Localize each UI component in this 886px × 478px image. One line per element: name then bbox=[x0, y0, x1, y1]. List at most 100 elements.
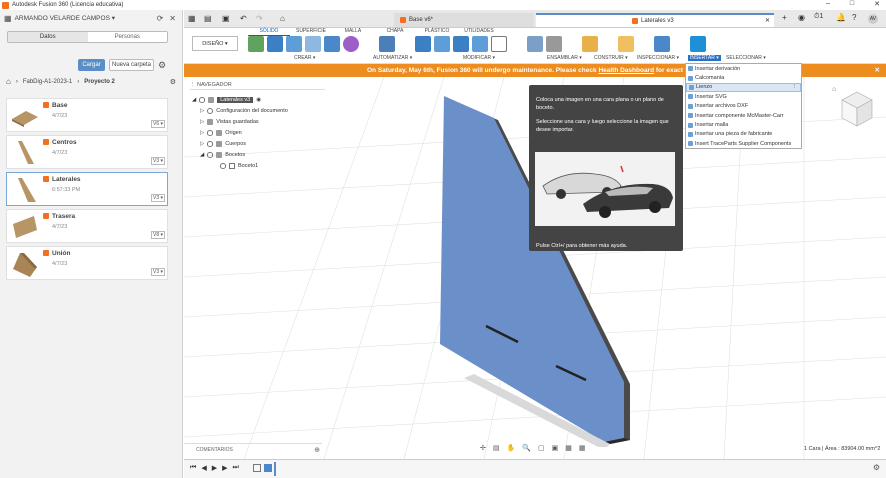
version-badge[interactable]: V8 ▾ bbox=[150, 231, 165, 239]
next-step-icon[interactable]: ▶ bbox=[222, 464, 227, 472]
tab-laterales[interactable]: Laterales v3 ✕ bbox=[536, 13, 774, 27]
tab-chapa[interactable]: CHAPA bbox=[374, 28, 416, 36]
file-item-centros[interactable]: Centros 4/7/23 V3 ▾ bbox=[6, 135, 168, 169]
undo-icon[interactable]: ↶ bbox=[240, 14, 247, 23]
file-item-laterales[interactable]: Laterales 6:57:33 PM V3 ▾ bbox=[6, 172, 168, 206]
upload-button[interactable]: Cargar bbox=[78, 59, 105, 71]
close-tab-icon[interactable]: ✕ bbox=[765, 14, 770, 28]
extensions-icon[interactable]: ◉ bbox=[798, 13, 805, 22]
chamfer-icon[interactable] bbox=[453, 36, 469, 52]
maximize-icon[interactable]: □ bbox=[850, 0, 854, 8]
active-indicator-icon[interactable]: ◉ bbox=[256, 97, 261, 103]
menu-item-manufacturer-part[interactable]: Insertar una pieza de fabricante bbox=[686, 130, 801, 139]
group-automatizar[interactable]: AUTOMATIZAR ▾ bbox=[373, 55, 412, 61]
grid-icon[interactable]: ▦ bbox=[4, 14, 12, 23]
menu-item-mesh[interactable]: Insertar malla bbox=[686, 120, 801, 129]
home-tab-icon[interactable]: ⌂ bbox=[280, 14, 285, 23]
move-icon[interactable] bbox=[491, 36, 507, 52]
tab-utilidades[interactable]: UTILIDADES bbox=[458, 28, 500, 36]
view-cube[interactable] bbox=[840, 90, 874, 128]
fillet-icon[interactable] bbox=[434, 36, 450, 52]
press-pull-icon[interactable] bbox=[415, 36, 431, 52]
tree-item-bodies[interactable]: ▷ Cuerpos bbox=[192, 138, 327, 149]
zoom-icon[interactable]: 🔍 bbox=[522, 444, 531, 452]
menu-item-traceparts[interactable]: Insert TraceParts Supplier Components bbox=[686, 139, 801, 148]
group-insertar[interactable]: INSERTAR ▾ bbox=[688, 55, 721, 61]
more-options-icon[interactable]: ⋮ bbox=[792, 84, 798, 90]
tab-plastico[interactable]: PLÁSTICO bbox=[416, 28, 458, 36]
tree-item-views[interactable]: ▷ Vistas guardadas bbox=[192, 116, 327, 127]
visibility-icon[interactable] bbox=[199, 96, 206, 103]
group-construir[interactable]: CONSTRUIR ▾ bbox=[594, 55, 628, 61]
menu-item-insert-derive[interactable]: Insertar derivación bbox=[686, 64, 801, 73]
menu-item-canvas[interactable]: Lienzo ⋮ bbox=[686, 82, 801, 93]
first-step-icon[interactable]: ⏮ bbox=[190, 464, 196, 472]
refresh-icon[interactable]: ⟳ bbox=[157, 14, 164, 23]
breadcrumb-hub[interactable]: FabDig-A1-2023-1 bbox=[23, 79, 72, 85]
breadcrumb-project[interactable]: Proyecto 2 bbox=[84, 79, 115, 85]
joint-icon[interactable] bbox=[527, 36, 543, 52]
tab-malla[interactable]: MALLA bbox=[332, 28, 374, 36]
user-name[interactable]: ARMANDO VELARDE CAMPOS ▾ bbox=[15, 14, 115, 22]
tab-data[interactable]: Datos bbox=[8, 32, 88, 42]
menu-item-dxf[interactable]: Insertar archivos DXF bbox=[686, 102, 801, 111]
visibility-icon[interactable] bbox=[207, 140, 214, 147]
visibility-icon[interactable] bbox=[220, 162, 226, 169]
tab-people[interactable]: Personas bbox=[87, 32, 167, 42]
fit-icon[interactable]: ▢ bbox=[538, 444, 545, 452]
avatar[interactable]: AV bbox=[868, 14, 878, 24]
new-tab-icon[interactable]: + bbox=[782, 13, 787, 22]
workspace-switcher[interactable]: DISEÑO ▾ bbox=[192, 36, 238, 51]
version-badge[interactable]: V3 ▾ bbox=[150, 268, 165, 276]
measure-icon[interactable] bbox=[618, 36, 634, 52]
new-folder-button[interactable]: Nueva carpeta bbox=[109, 59, 154, 71]
tree-item-sketches[interactable]: ◢ Bocetos bbox=[192, 149, 327, 160]
grid-settings-icon[interactable]: ▦ bbox=[565, 444, 572, 452]
insert-image-icon[interactable] bbox=[654, 36, 670, 52]
home-view-icon[interactable]: ⌂ bbox=[832, 86, 836, 93]
menu-item-decal[interactable]: Calcomanía bbox=[686, 73, 801, 82]
version-badge[interactable]: V3 ▾ bbox=[150, 157, 165, 165]
play-icon[interactable]: ▶ bbox=[212, 464, 217, 472]
tab-superficie[interactable]: SUPERFICIE bbox=[290, 28, 332, 36]
help-icon[interactable]: ? bbox=[852, 13, 856, 22]
close-panel-icon[interactable]: ✕ bbox=[169, 14, 176, 23]
hole-icon[interactable] bbox=[305, 36, 321, 52]
file-menu-icon[interactable]: ▤ bbox=[204, 14, 212, 23]
select-icon[interactable] bbox=[690, 36, 706, 52]
automate-icon[interactable] bbox=[379, 36, 395, 52]
group-modificar[interactable]: MODIFICAR ▾ bbox=[463, 55, 495, 61]
menu-item-mcmaster[interactable]: Insertar componente McMaster-Carr bbox=[686, 111, 801, 120]
orbit-icon[interactable]: ✢ bbox=[480, 444, 486, 452]
extrude-icon[interactable] bbox=[267, 36, 283, 52]
pattern-icon[interactable] bbox=[324, 36, 340, 52]
menu-item-svg[interactable]: Insertar SVG bbox=[686, 92, 801, 101]
extrude-feature-icon[interactable] bbox=[264, 464, 272, 472]
group-inspeccionar[interactable]: INSPECCIONAR ▾ bbox=[637, 55, 679, 61]
file-item-base[interactable]: Base 4/7/23 V6 ▾ bbox=[6, 98, 168, 132]
timeline-marker[interactable] bbox=[274, 462, 276, 476]
expand-icon[interactable]: ◢ bbox=[200, 152, 204, 158]
expand-icon[interactable]: ▷ bbox=[200, 141, 204, 147]
minimize-icon[interactable]: – bbox=[826, 0, 830, 8]
add-comment-icon[interactable]: ⊕ bbox=[314, 446, 320, 454]
timeline-settings-icon[interactable]: ⚙ bbox=[873, 463, 880, 472]
tree-item-sketch1[interactable]: Boceto1 bbox=[192, 160, 327, 171]
tab-base[interactable]: Base v6* bbox=[394, 13, 534, 27]
collapse-icon[interactable]: ⋮ bbox=[190, 82, 197, 88]
version-badge[interactable]: V6 ▾ bbox=[150, 120, 165, 128]
redo-icon[interactable]: ↷ bbox=[256, 14, 263, 23]
group-crear[interactable]: CREAR ▾ bbox=[294, 55, 315, 61]
last-step-icon[interactable]: ⏭ bbox=[232, 464, 238, 472]
tree-item-settings[interactable]: ▷ Configuración del documento bbox=[192, 105, 327, 116]
sketch-feature-icon[interactable] bbox=[253, 464, 261, 472]
group-seleccionar[interactable]: SELECCIONAR ▾ bbox=[726, 55, 766, 61]
offset-plane-icon[interactable] bbox=[582, 36, 598, 52]
expand-icon[interactable]: ▷ bbox=[200, 108, 204, 114]
gear-icon[interactable]: ⚙ bbox=[158, 60, 166, 71]
visibility-icon[interactable] bbox=[207, 151, 214, 158]
apps-icon[interactable]: ▦ bbox=[188, 14, 196, 23]
visibility-icon[interactable] bbox=[207, 129, 214, 136]
home-icon[interactable]: ⌂ bbox=[6, 77, 11, 86]
save-icon[interactable]: ▣ bbox=[222, 14, 230, 23]
